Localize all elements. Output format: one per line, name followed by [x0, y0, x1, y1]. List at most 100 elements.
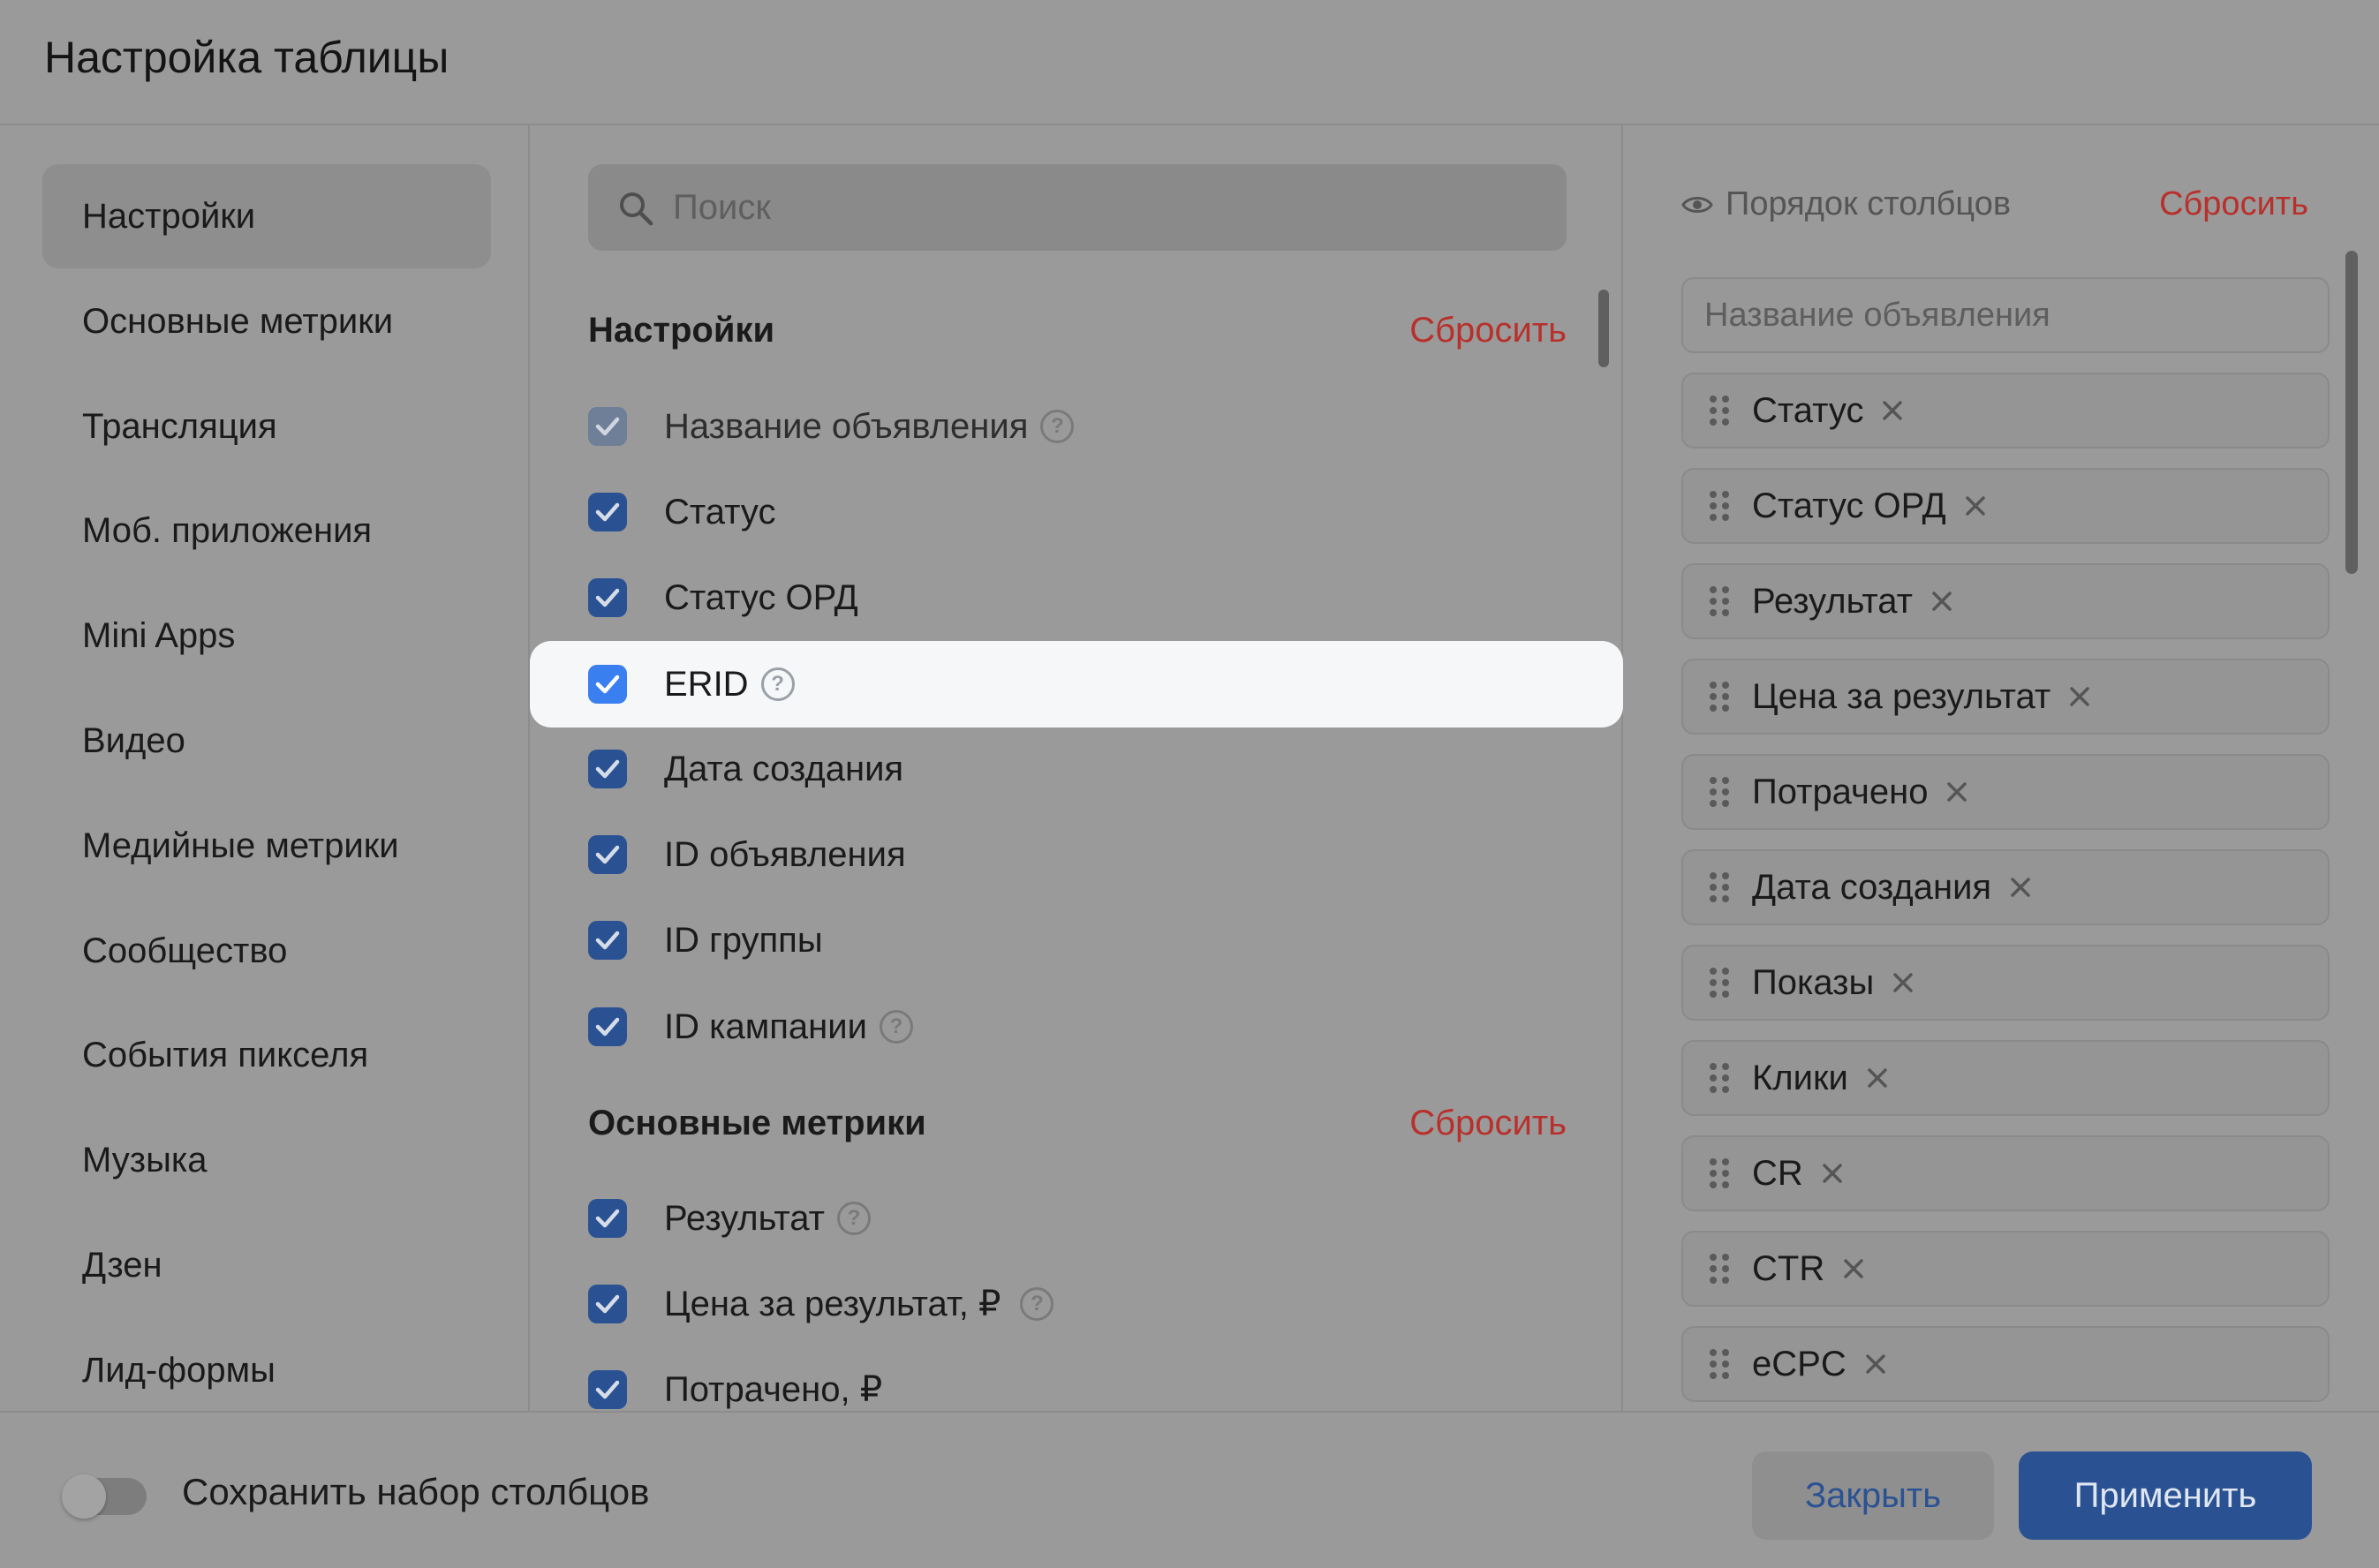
close-button[interactable]: Закрыть: [1752, 1451, 1994, 1540]
nav-item-main-metrics[interactable]: Основные метрики: [42, 269, 491, 373]
check-icon: [595, 759, 620, 779]
help-icon[interactable]: ?: [760, 667, 795, 701]
checkbox-row-status-ord[interactable]: Статус ОРД: [588, 558, 1567, 637]
reset-order-button[interactable]: Сбросить: [2159, 185, 2308, 223]
checkbox-row-result[interactable]: Результат ?: [588, 1179, 1567, 1258]
drag-handle-icon[interactable]: [1710, 491, 1733, 521]
nav-item-dzen[interactable]: Дзен: [42, 1213, 491, 1317]
nav-item-label: Сообщество: [82, 931, 288, 970]
drag-handle-icon[interactable]: [1710, 396, 1733, 426]
checkbox-row-campaign-id[interactable]: ID кампании ?: [588, 987, 1567, 1067]
column-chip[interactable]: Результат: [1681, 563, 2330, 639]
remove-column-icon[interactable]: [1861, 1349, 1891, 1379]
nav-item-label: Моб. приложения: [82, 510, 373, 550]
drag-handle-icon[interactable]: [1710, 1063, 1733, 1093]
checkbox-row-created-date[interactable]: Дата создания: [588, 729, 1567, 809]
checkbox-row-erid[interactable]: ERID ?: [530, 641, 1623, 727]
nav-item-label: Настройки: [82, 196, 256, 236]
check-icon: [595, 502, 620, 522]
remove-column-icon[interactable]: [1839, 1254, 1869, 1284]
drag-handle-icon[interactable]: [1710, 586, 1733, 616]
nav-item-community[interactable]: Сообщество: [42, 899, 491, 1003]
checkbox[interactable]: [588, 1370, 627, 1409]
chip-label: Клики: [1752, 1058, 1848, 1097]
reset-main-metrics-button[interactable]: Сбросить: [1409, 1104, 1567, 1143]
search-input[interactable]: [673, 164, 1538, 251]
checkbox[interactable]: [588, 835, 627, 874]
nav-item-music[interactable]: Музыка: [42, 1108, 491, 1212]
column-chip[interactable]: Показы: [1681, 945, 2330, 1021]
nav-item-media-metrics[interactable]: Медийные метрики: [42, 794, 491, 898]
checkbox-row-ad-id[interactable]: ID объявления: [588, 815, 1567, 894]
dialog-footer: Сохранить набор столбцов Закрыть Примени…: [0, 1411, 2379, 1568]
help-icon[interactable]: ?: [836, 1202, 871, 1235]
remove-column-icon[interactable]: [1888, 968, 1918, 998]
search-box[interactable]: [588, 164, 1567, 251]
remove-column-icon[interactable]: [1817, 1158, 1847, 1188]
checkbox[interactable]: [588, 750, 627, 788]
nav-item-label: События пикселя: [82, 1035, 369, 1074]
checkbox[interactable]: [588, 921, 627, 960]
checkbox-row-status[interactable]: Статус: [588, 472, 1567, 552]
column-chip[interactable]: Клики: [1681, 1040, 2330, 1116]
column-chip-fixed: Название объявления: [1681, 277, 2330, 353]
column-chip[interactable]: CTR: [1681, 1231, 2330, 1307]
remove-column-icon[interactable]: [1960, 491, 1990, 521]
remove-column-icon[interactable]: [2065, 682, 2095, 712]
remove-column-icon[interactable]: [1877, 396, 1907, 426]
checkbox[interactable]: [588, 407, 627, 446]
checkbox[interactable]: [588, 1285, 627, 1323]
check-icon: [595, 1209, 620, 1228]
checkbox[interactable]: [588, 578, 627, 617]
section-header-settings: Настройки Сбросить: [588, 305, 1567, 358]
nav-item-mini-apps[interactable]: Mini Apps: [42, 584, 491, 688]
drag-handle-icon[interactable]: [1710, 872, 1733, 902]
checkbox[interactable]: [588, 665, 627, 704]
column-chip[interactable]: eCPC: [1681, 1326, 2330, 1402]
column-order-title: Порядок столбцов: [1726, 185, 2012, 222]
check-icon: [595, 845, 620, 864]
help-icon[interactable]: ?: [879, 1010, 913, 1044]
chip-label: eCPC: [1752, 1344, 1847, 1383]
remove-column-icon[interactable]: [2005, 872, 2035, 902]
checkbox-row-cost-per-result[interactable]: Цена за результат, ₽ ?: [588, 1264, 1567, 1344]
nav-item-settings[interactable]: Настройки: [42, 164, 491, 268]
help-icon[interactable]: ?: [1020, 1287, 1054, 1321]
checkbox-label: Статус: [664, 492, 776, 531]
nav-item-video[interactable]: Видео: [42, 689, 491, 793]
drag-handle-icon[interactable]: [1710, 1349, 1733, 1379]
column-chip[interactable]: CR: [1681, 1135, 2330, 1211]
column-chip[interactable]: Цена за результат: [1681, 659, 2330, 735]
checkbox-label: Название объявления: [664, 406, 1029, 446]
nav-item-pixel-events[interactable]: События пикселя: [42, 1003, 491, 1107]
reset-settings-button[interactable]: Сбросить: [1409, 311, 1567, 351]
column-chip[interactable]: Статус: [1681, 373, 2330, 449]
chip-label: Потрачено: [1752, 772, 1929, 811]
checkbox-row-group-id[interactable]: ID группы: [588, 901, 1567, 980]
remove-column-icon[interactable]: [1927, 586, 1957, 616]
scrollbar-thumb[interactable]: [1598, 290, 1609, 367]
apply-button[interactable]: Применить: [2019, 1451, 2312, 1540]
remove-column-icon[interactable]: [1862, 1063, 1892, 1093]
checkbox[interactable]: [588, 1199, 627, 1238]
drag-handle-icon[interactable]: [1710, 777, 1733, 807]
drag-handle-icon[interactable]: [1710, 1254, 1733, 1284]
help-icon[interactable]: ?: [1040, 410, 1075, 443]
chip-label: Дата создания: [1752, 867, 1992, 907]
drag-handle-icon[interactable]: [1710, 682, 1733, 712]
nav-item-lead-forms[interactable]: Лид-формы: [42, 1318, 491, 1422]
column-chip[interactable]: Статус ОРД: [1681, 468, 2330, 544]
nav-item-broadcast[interactable]: Трансляция: [42, 374, 491, 479]
check-icon: [595, 1017, 620, 1037]
checkbox-row-ad-name[interactable]: Название объявления ?: [588, 387, 1567, 466]
scrollbar-thumb[interactable]: [2345, 251, 2358, 574]
drag-handle-icon[interactable]: [1710, 1158, 1733, 1188]
column-chip[interactable]: Потрачено: [1681, 754, 2330, 830]
drag-handle-icon[interactable]: [1710, 968, 1733, 998]
nav-item-mobile-apps[interactable]: Моб. приложения: [42, 479, 491, 583]
checkbox[interactable]: [588, 493, 627, 531]
column-chip[interactable]: Дата создания: [1681, 849, 2330, 925]
save-columns-toggle[interactable]: [62, 1474, 147, 1519]
remove-column-icon[interactable]: [1942, 777, 1972, 807]
checkbox[interactable]: [588, 1007, 627, 1046]
